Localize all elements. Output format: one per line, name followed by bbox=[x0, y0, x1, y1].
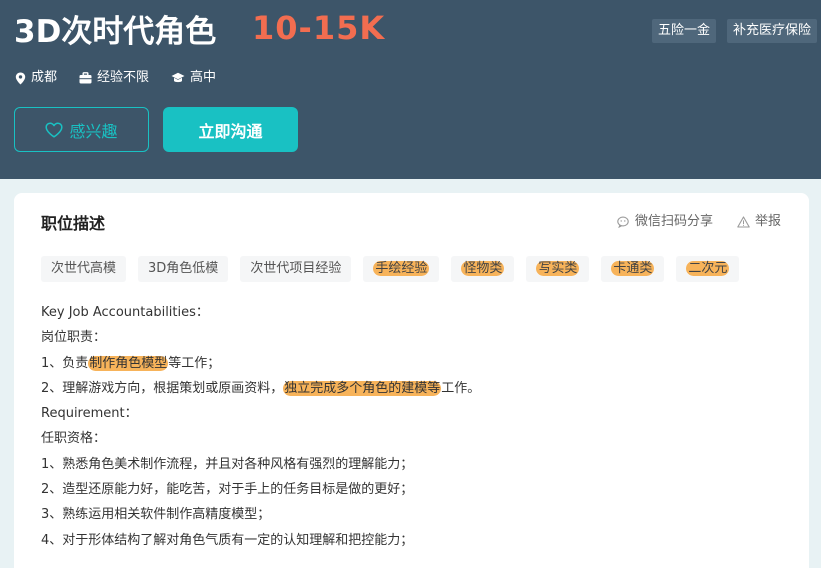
wechat-icon bbox=[617, 216, 629, 228]
meta-city: 成都 bbox=[15, 68, 57, 88]
description-line: Key Job Accountabilities： bbox=[41, 305, 209, 320]
meta-education: 高中 bbox=[171, 68, 216, 88]
description-line: 2、造型还原能力好，能吃苦，对于手上的任务目标是做的更好； bbox=[41, 482, 414, 498]
skill-tag: 二次元 bbox=[676, 256, 740, 282]
description-line: 4、对于形体结构了解对角色气质有一定的认知理解和把控能力； bbox=[41, 532, 414, 548]
report-link[interactable]: 举报 bbox=[737, 213, 781, 231]
interest-button[interactable]: 感兴趣 bbox=[14, 107, 149, 152]
highlighted-phrase: 独立完成多个角色的建模等 bbox=[283, 380, 442, 396]
report-text: 举报 bbox=[755, 214, 782, 229]
description-line: 岗位职责： bbox=[41, 330, 107, 346]
skill-tag: 3D角色低模 bbox=[138, 256, 229, 282]
skill-tag: 写实类 bbox=[526, 256, 590, 282]
description-line: Requirement： bbox=[41, 406, 138, 422]
description-line: 1、熟悉角色美术制作流程，并且对各种风格有强烈的理解能力； bbox=[41, 456, 414, 472]
skill-tag: 怪物类 bbox=[451, 256, 515, 282]
heart-icon bbox=[45, 121, 64, 138]
job-title: 3D次时代角色 bbox=[14, 14, 217, 50]
description-line: 任职资格： bbox=[41, 431, 107, 447]
description-line: 1、负责制作角色模型等工作； bbox=[41, 355, 221, 371]
benefit-tag: 五险一金 bbox=[651, 19, 716, 43]
warning-icon bbox=[737, 216, 750, 228]
skill-tag: 手绘经验 bbox=[363, 256, 440, 282]
benefit-tags: 五险一金 补充医疗保险 bbox=[641, 19, 817, 43]
highlighted-phrase: 制作角色模型 bbox=[88, 355, 169, 371]
job-meta: 成都 经验不限 高中 bbox=[15, 68, 238, 88]
wechat-share-link[interactable]: 微信扫码分享 bbox=[617, 213, 713, 231]
job-description-text: Key Job Accountabilities： 岗位职责： 1、负责制作角色… bbox=[41, 300, 480, 553]
skill-tag: 次世代高模 bbox=[41, 256, 127, 282]
job-header: 3D次时代角色 10-15K 五险一金 补充医疗保险 成都 经验不限 高中 感兴… bbox=[0, 0, 821, 179]
description-line: 3、熟练运用相关软件制作高精度模型； bbox=[41, 507, 271, 523]
briefcase-icon bbox=[79, 72, 92, 84]
interest-label: 感兴趣 bbox=[69, 121, 118, 141]
section-title: 职位描述 bbox=[41, 214, 106, 233]
meta-experience: 经验不限 bbox=[79, 68, 149, 88]
share-text: 微信扫码分享 bbox=[635, 214, 714, 229]
graduation-cap-icon bbox=[171, 72, 185, 83]
job-description-card: 职位描述 微信扫码分享 举报 次世代高模 3D角色低模 次世代项目经验 手绘经验… bbox=[14, 193, 809, 568]
description-line: 2、理解游戏方向，根据策划或原画资料，独立完成多个角色的建模等工作。 bbox=[41, 380, 481, 396]
benefit-tag: 补充医疗保险 bbox=[726, 19, 817, 43]
city-text: 成都 bbox=[31, 70, 58, 85]
salary: 10-15K bbox=[252, 9, 386, 47]
experience-text: 经验不限 bbox=[97, 70, 150, 85]
chat-now-button[interactable]: 立即沟通 bbox=[163, 107, 298, 152]
education-text: 高中 bbox=[190, 70, 217, 85]
skill-tags: 次世代高模 3D角色低模 次世代项目经验 手绘经验 怪物类 写实类 卡通类 二次… bbox=[41, 256, 751, 282]
location-pin-icon bbox=[15, 72, 26, 84]
skill-tag: 卡通类 bbox=[601, 256, 665, 282]
skill-tag: 次世代项目经验 bbox=[240, 256, 352, 282]
